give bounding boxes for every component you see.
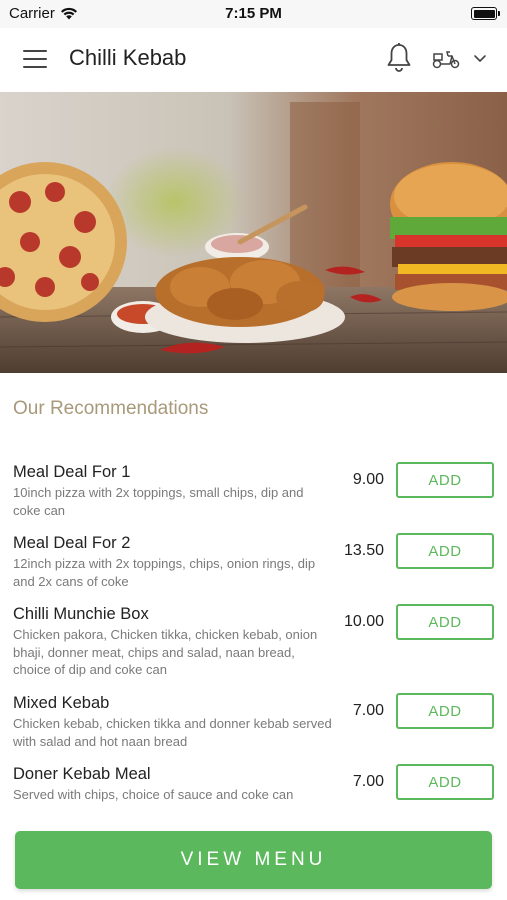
item-price: 7.00 xyxy=(352,702,384,719)
item-name: Meal Deal For 2 xyxy=(13,534,131,552)
item-name: Chilli Munchie Box xyxy=(13,605,149,623)
hamburger-menu-icon[interactable] xyxy=(23,50,47,68)
chevron-down-icon[interactable] xyxy=(472,52,488,64)
item-description: Served with chips, choice of sauce and c… xyxy=(13,787,294,802)
status-bar: Carrier 7:15 PM xyxy=(0,0,507,28)
add-button[interactable]: ADD xyxy=(396,462,494,498)
item-description: Chicken kebab, chicken tikka and donner … xyxy=(13,716,332,749)
item-name: Mixed Kebab xyxy=(13,694,110,712)
status-time: 7:15 PM xyxy=(225,5,282,22)
app-title: Chilli Kebab xyxy=(69,45,187,70)
item-price: 13.50 xyxy=(343,542,384,559)
item-name: Meal Deal For 1 xyxy=(13,463,131,481)
scooter-icon[interactable] xyxy=(431,46,461,70)
add-button[interactable]: ADD xyxy=(396,604,494,640)
item-price: 9.00 xyxy=(352,471,384,488)
bell-icon[interactable] xyxy=(385,42,413,74)
item-price: 7.00 xyxy=(352,773,384,790)
add-button[interactable]: ADD xyxy=(396,693,494,729)
add-button[interactable]: ADD xyxy=(396,533,494,569)
item-description: 10inch pizza with 2x toppings, small chi… xyxy=(13,485,304,518)
item-description: 12inch pizza with 2x toppings, chips, on… xyxy=(13,556,316,589)
item-price: 10.00 xyxy=(343,613,384,630)
item-name: Doner Kebab Meal xyxy=(13,765,151,783)
add-button[interactable]: ADD xyxy=(396,764,494,800)
recommendations-title: Our Recommendations xyxy=(13,398,209,419)
hero-banner-image xyxy=(0,92,507,373)
battery-icon xyxy=(471,7,500,20)
item-description: Chicken pakora, Chicken tikka, chicken k… xyxy=(13,627,318,677)
view-menu-button[interactable]: VIEW MENU xyxy=(15,831,492,889)
nav-bar: Chilli Kebab xyxy=(0,28,507,92)
